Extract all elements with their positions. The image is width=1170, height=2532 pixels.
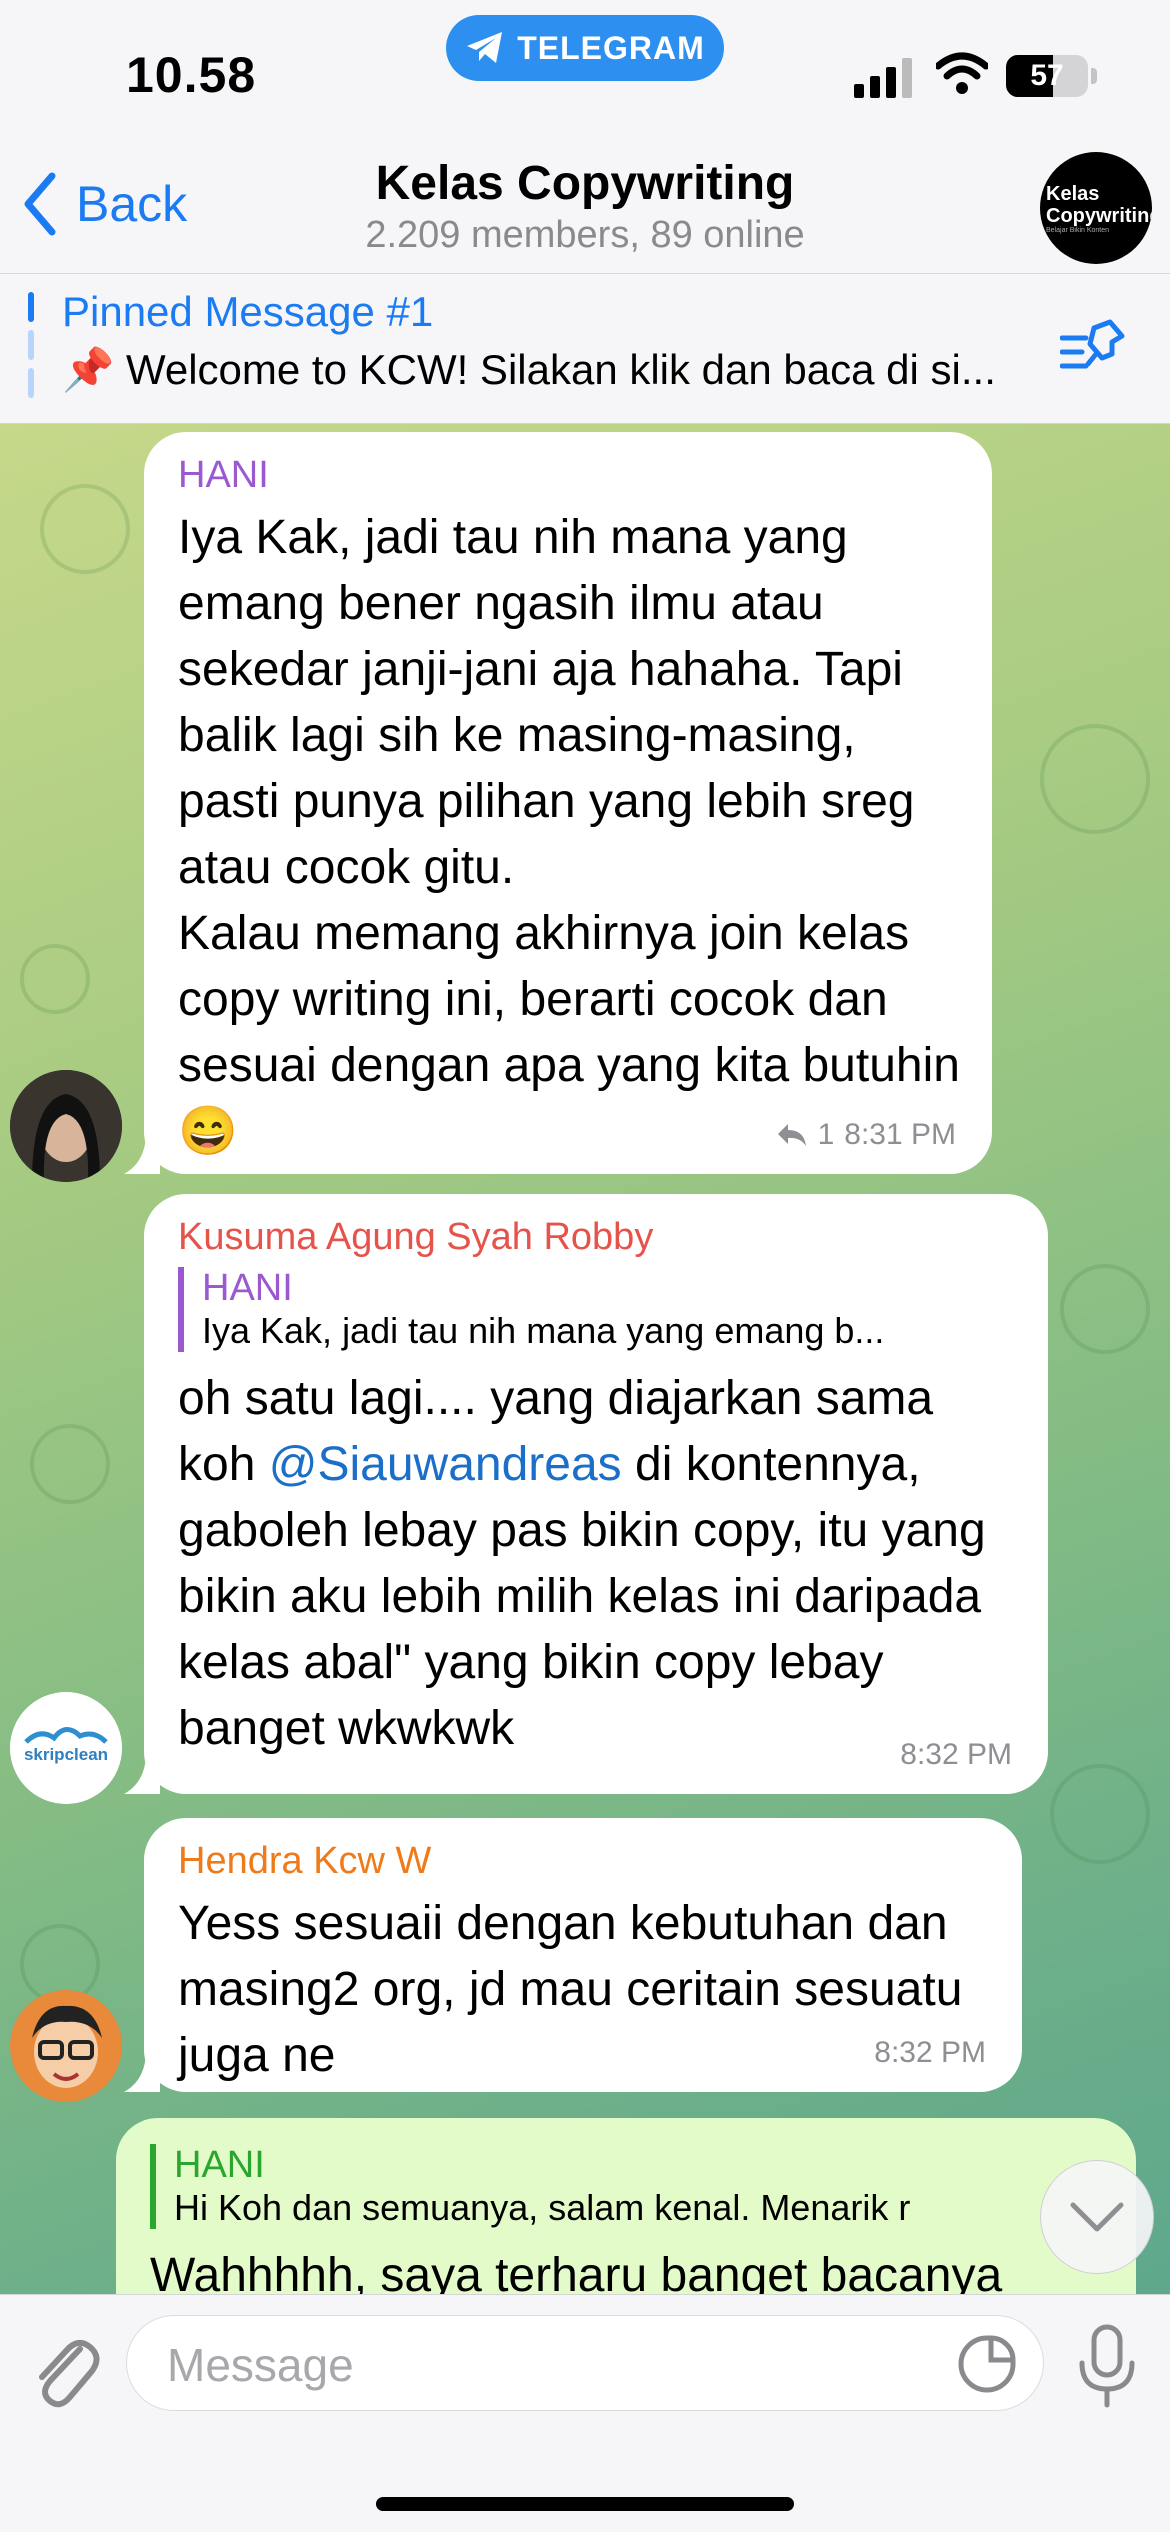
pinned-list-icon[interactable] xyxy=(1060,318,1126,378)
wallpaper-doodle xyxy=(1050,1764,1150,1864)
avatar-kusuma[interactable]: skripclean xyxy=(10,1692,122,1804)
battery-percent: 57 xyxy=(1030,59,1064,92)
message-text: Iya Kak, jadi tau nih mana yang emang be… xyxy=(178,511,960,1158)
home-indicator[interactable] xyxy=(376,2497,794,2511)
mention-link[interactable]: @Siauwandreas xyxy=(269,1438,622,1491)
message-sender[interactable]: Hendra Kcw W xyxy=(178,1840,990,1883)
battery-indicator: 57 xyxy=(1006,55,1088,97)
quote-text: Hi Koh dan semuanya, salam kenal. Menari… xyxy=(174,2187,911,2228)
message-input-bar xyxy=(0,2294,1170,2532)
message-meta: 8:32 PM xyxy=(900,1738,1012,1772)
wallpaper-doodle xyxy=(1060,1264,1150,1354)
skripclean-logo-text: skripclean xyxy=(24,1745,108,1764)
quote-text: Iya Kak, jadi tau nih mana yang emang b.… xyxy=(202,1310,885,1351)
reply-arrow-icon xyxy=(777,1124,806,1146)
message-sender[interactable]: HANI xyxy=(178,454,960,497)
message-time: 8:31 PM xyxy=(844,1118,956,1151)
status-bar: 10.58 TELEGRAM 57 xyxy=(0,0,1170,150)
group-avatar-line1: Kelas xyxy=(1046,182,1100,205)
chat-header: Back Kelas Copywriting 2.209 members, 89… xyxy=(0,150,1170,274)
battery-tip xyxy=(1091,68,1097,84)
message-time: 8:32 PM xyxy=(900,1738,1012,1771)
pinned-text: 📌 Welcome to KCW! Silakan klik dan baca … xyxy=(62,346,996,393)
sticker-icon[interactable] xyxy=(957,2334,1017,2394)
avatar-hendra[interactable] xyxy=(10,1990,122,2102)
avatar-hani[interactable] xyxy=(10,1070,122,1182)
chat-subtitle: 2.209 members, 89 online xyxy=(365,214,805,256)
scroll-to-bottom-button[interactable] xyxy=(1040,2160,1154,2274)
paperclip-icon[interactable] xyxy=(30,2329,100,2409)
message-bubble[interactable]: Kusuma Agung Syah Robby HANI Iya Kak, ja… xyxy=(144,1194,1048,1794)
group-avatar-line2: Copywriting xyxy=(1046,204,1152,227)
chat-title[interactable]: Kelas Copywriting xyxy=(0,156,1170,211)
wallpaper-doodle xyxy=(1040,724,1150,834)
message-bubble[interactable]: HANI Iya Kak, jadi tau nih mana yang ema… xyxy=(144,432,992,1174)
microphone-icon[interactable] xyxy=(1074,2323,1140,2409)
quote-sender: HANI xyxy=(174,2144,265,2186)
group-avatar[interactable]: Kelas Copywriting Belajar Bikin Konten xyxy=(1040,152,1152,264)
status-time: 10.58 xyxy=(126,47,257,103)
message-time: 8:32 PM xyxy=(874,2036,986,2069)
message-text: Yess sesuaii dengan kebutuhan dan masing… xyxy=(178,1897,963,2082)
message-meta: 1 8:31 PM xyxy=(776,1118,956,1152)
pinned-title: Pinned Message #1 xyxy=(62,288,434,335)
wallpaper-doodle xyxy=(40,484,130,574)
wallpaper-doodle xyxy=(20,944,90,1014)
reply-count[interactable]: 1 xyxy=(818,1118,835,1152)
message-sender[interactable]: Kusuma Agung Syah Robby xyxy=(178,1216,1016,1259)
cellular-signal-icon xyxy=(854,58,912,98)
skripclean-logo-icon: skripclean xyxy=(10,1692,122,1804)
return-app-label: TELEGRAM xyxy=(517,29,705,66)
chevron-down-icon xyxy=(1070,2202,1124,2232)
wallpaper-doodle xyxy=(30,1424,110,1504)
message-meta: 8:32 PM xyxy=(874,2036,986,2070)
return-to-app-pill[interactable]: TELEGRAM xyxy=(446,15,724,81)
message-input[interactable] xyxy=(167,2338,947,2392)
reply-quote[interactable]: HANI Iya Kak, jadi tau nih mana yang ema… xyxy=(178,1267,1016,1352)
wifi-icon xyxy=(936,52,988,94)
message-bubble[interactable]: Hendra Kcw W Yess sesuaii dengan kebutuh… xyxy=(144,1818,1022,2092)
pinned-message-bar[interactable]: Pinned Message #1 📌 Welcome to KCW! Sila… xyxy=(0,274,1170,424)
quote-sender: HANI xyxy=(202,1267,293,1309)
telegram-plane-icon xyxy=(467,32,503,63)
group-avatar-tagline: Belajar Bikin Konten xyxy=(1046,226,1110,234)
pinned-indicator xyxy=(28,292,34,402)
message-field[interactable] xyxy=(126,2315,1044,2411)
message-text: oh satu lagi.... yang diajarkan sama koh… xyxy=(178,1366,1016,1762)
reply-quote[interactable]: HANI Hi Koh dan semuanya, salam kenal. M… xyxy=(150,2144,1104,2229)
user-photo-icon xyxy=(10,1070,122,1182)
cartoon-avatar-icon xyxy=(10,1990,122,2102)
